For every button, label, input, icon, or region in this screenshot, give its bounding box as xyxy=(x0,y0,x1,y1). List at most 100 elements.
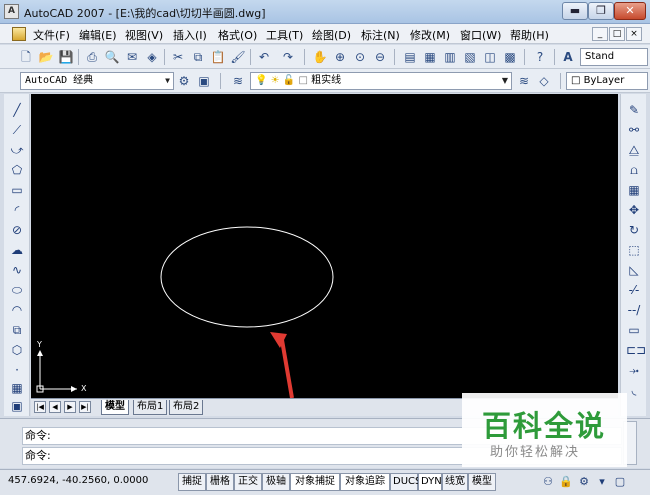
array-icon[interactable]: ▦ xyxy=(626,182,642,198)
ellipse-arc-icon[interactable]: ◠ xyxy=(9,302,25,318)
zoom-realtime-icon[interactable]: ⊕ xyxy=(332,49,348,65)
mirror-icon[interactable]: ⧋ xyxy=(626,142,642,158)
construction-line-icon[interactable]: ⟋ xyxy=(9,122,25,138)
gradient-icon[interactable]: ▣ xyxy=(9,398,25,414)
color-combo[interactable]: □ ByLayer xyxy=(566,72,648,90)
menu-edit[interactable]: 编辑(E) xyxy=(79,27,117,43)
break-icon[interactable]: ▭ xyxy=(626,322,642,338)
circle-icon[interactable]: ⊘ xyxy=(9,222,25,238)
hatch-icon[interactable]: ▦ xyxy=(9,380,25,396)
3d-dwf-icon[interactable]: ◈ xyxy=(144,49,160,65)
new-icon[interactable]: 🗋 xyxy=(18,49,34,65)
doc-restore-button[interactable]: □ xyxy=(609,27,625,41)
save-icon[interactable]: 💾 xyxy=(58,49,74,65)
ellipse-icon[interactable]: ⬭ xyxy=(9,282,25,298)
match-properties-icon[interactable]: 🖌 xyxy=(230,49,246,65)
last-tab-icon[interactable]: ▶| xyxy=(79,401,91,413)
save-workspace-icon[interactable]: ▣ xyxy=(196,73,212,89)
zoom-previous-icon[interactable]: ⊖ xyxy=(372,49,388,65)
line-icon[interactable]: ╱ xyxy=(9,102,25,118)
copy-object-icon[interactable]: ⚯ xyxy=(626,122,642,138)
publish-icon[interactable]: ✉ xyxy=(124,49,140,65)
spline-icon[interactable]: ∿ xyxy=(9,262,25,278)
trim-icon[interactable]: -⁄- xyxy=(626,282,642,298)
plot-icon[interactable]: ⎙ xyxy=(84,49,100,65)
rectangle-icon[interactable]: ▭ xyxy=(9,182,25,198)
lineweight-toggle[interactable]: 线宽 xyxy=(442,473,468,491)
menu-dimension[interactable]: 标注(N) xyxy=(361,27,400,43)
first-tab-icon[interactable]: |◀ xyxy=(34,401,46,413)
move-icon[interactable]: ✥ xyxy=(626,202,642,218)
menu-format[interactable]: 格式(O) xyxy=(218,27,257,43)
drawing-document-icon[interactable] xyxy=(12,27,26,41)
tray-settings-icon[interactable]: ⚙ xyxy=(576,474,592,490)
chamfer-icon[interactable]: ⤞ xyxy=(626,362,642,378)
erase-icon[interactable]: ✎ xyxy=(626,102,642,118)
arc-icon[interactable]: ◜ xyxy=(9,202,25,218)
lock-icon[interactable]: 🔒 xyxy=(558,474,574,490)
menu-modify[interactable]: 修改(M) xyxy=(410,27,450,43)
tab-model[interactable]: 模型 xyxy=(101,400,129,415)
copy-icon[interactable]: ⧉ xyxy=(190,49,206,65)
menu-insert[interactable]: 插入(I) xyxy=(173,27,207,43)
osnap-toggle[interactable]: 对象捕捉 xyxy=(290,473,340,491)
drawn-ellipse[interactable] xyxy=(160,226,334,328)
clean-screen-icon[interactable]: ▢ xyxy=(612,474,628,490)
drawing-canvas[interactable]: Y X xyxy=(31,94,618,398)
autocad-app-icon[interactable]: A xyxy=(4,4,19,19)
tab-layout1[interactable]: 布局1 xyxy=(133,400,168,415)
ortho-toggle[interactable]: 正交 xyxy=(234,473,262,491)
workspace-combo[interactable]: AutoCAD 经典 ▼ xyxy=(20,72,174,90)
polygon-icon[interactable]: ⬠ xyxy=(9,162,25,178)
snap-toggle[interactable]: 捕捉 xyxy=(178,473,206,491)
previous-tab-icon[interactable]: ◀ xyxy=(49,401,61,413)
revision-cloud-icon[interactable]: ☁ xyxy=(9,242,25,258)
open-icon[interactable]: 📂 xyxy=(38,49,54,65)
make-object-layer-current-icon[interactable]: ≋ xyxy=(516,73,532,89)
minimize-icon[interactable]: ▬ xyxy=(562,2,588,20)
doc-minimize-button[interactable]: _ xyxy=(592,27,608,41)
help-icon[interactable]: ? xyxy=(532,49,548,65)
layer-manager-icon[interactable]: ≋ xyxy=(230,73,246,89)
menu-help[interactable]: 帮助(H) xyxy=(510,27,549,43)
join-icon[interactable]: ⊏⊐ xyxy=(626,342,646,358)
menu-file[interactable]: 文件(F) xyxy=(33,27,70,43)
doc-close-button[interactable]: × xyxy=(626,27,642,41)
properties-icon[interactable]: ▤ xyxy=(402,49,418,65)
tool-palettes-icon[interactable]: ▥ xyxy=(442,49,458,65)
communication-center-icon[interactable]: ⚇ xyxy=(540,474,556,490)
insert-block-icon[interactable]: ⧉ xyxy=(9,322,25,338)
polar-toggle[interactable]: 极轴 xyxy=(262,473,290,491)
cut-icon[interactable]: ✂ xyxy=(170,49,186,65)
undo-icon[interactable]: ↶ xyxy=(256,49,272,65)
paste-icon[interactable]: 📋 xyxy=(210,49,226,65)
tab-layout2[interactable]: 布局2 xyxy=(169,400,204,415)
menu-window[interactable]: 窗口(W) xyxy=(460,27,501,43)
layer-previous-icon[interactable]: ◇ xyxy=(536,73,552,89)
zoom-window-icon[interactable]: ⊙ xyxy=(352,49,368,65)
pan-icon[interactable]: ✋ xyxy=(312,49,328,65)
markup-icon[interactable]: ◫ xyxy=(482,49,498,65)
text-style-combo[interactable]: Stand xyxy=(580,48,648,66)
otrack-toggle[interactable]: 对象追踪 xyxy=(340,473,390,491)
offset-icon[interactable]: ⩍ xyxy=(626,162,642,178)
chevron-down-icon[interactable]: ▾ xyxy=(594,474,610,490)
text-style-icon[interactable]: A xyxy=(560,49,576,65)
model-toggle[interactable]: 模型 xyxy=(468,473,496,491)
extend-icon[interactable]: --/ xyxy=(626,302,642,318)
layer-combo[interactable]: 💡 ☀ 🔓 □ 粗实线 ▼ xyxy=(250,72,512,90)
menu-tools[interactable]: 工具(T) xyxy=(266,27,303,43)
grid-toggle[interactable]: 栅格 xyxy=(206,473,234,491)
menu-draw[interactable]: 绘图(D) xyxy=(312,27,351,43)
plot-preview-icon[interactable]: 🔍 xyxy=(104,49,120,65)
workspace-settings-icon[interactable]: ⚙ xyxy=(176,73,192,89)
point-icon[interactable]: · xyxy=(9,362,25,378)
next-tab-icon[interactable]: ▶ xyxy=(64,401,76,413)
scale-icon[interactable]: ⬚ xyxy=(626,242,642,258)
ducs-toggle[interactable]: DUCS xyxy=(390,473,421,491)
redo-icon[interactable]: ↷ xyxy=(280,49,296,65)
coordinate-readout[interactable]: 457.6924, -40.2560, 0.0000 xyxy=(8,475,148,486)
maximize-icon[interactable]: ❐ xyxy=(588,2,614,20)
design-center-icon[interactable]: ▦ xyxy=(422,49,438,65)
stretch-icon[interactable]: ◺ xyxy=(626,262,642,278)
